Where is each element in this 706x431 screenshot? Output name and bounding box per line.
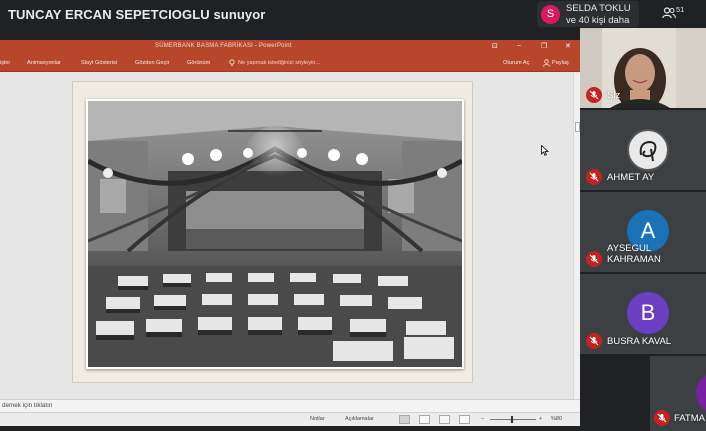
notes-pane[interactable]: demek için tıklatın: [0, 399, 580, 412]
notes-placeholder: demek için tıklatın: [2, 402, 53, 409]
normal-view-button[interactable]: [399, 415, 410, 424]
tab-animasyonlar[interactable]: Animasyonlar: [27, 60, 61, 66]
ppt-document-title: SÜMERBANK BASMA FABRİKASI - PowerPoint: [155, 43, 292, 49]
signin-link[interactable]: Oturum Aç: [503, 60, 529, 66]
tab-gorunum[interactable]: Görünüm: [187, 60, 210, 66]
tell-me-search[interactable]: Ne yapmak istediğinizi söyleyin...: [238, 60, 320, 66]
slide-scrollbar[interactable]: [573, 72, 580, 399]
muted-mic-indicator: [586, 87, 602, 103]
joined-name: SELDA TOKLU: [566, 3, 631, 14]
participant-name: FATMA: [674, 413, 705, 424]
participant-tiles: Siz AHMET AY A AYSEGUL KAHRAMAN B BUSRA …: [580, 28, 706, 431]
mic-off-icon: [589, 336, 599, 346]
share-person-icon: [543, 59, 550, 67]
people-button[interactable]: 51: [662, 5, 686, 23]
participant-logo-avatar: [627, 129, 669, 171]
ppt-status-bar: Notlar Açıklamalar – + %80: [0, 412, 580, 426]
participant-tile-aysegul[interactable]: A AYSEGUL KAHRAMAN: [580, 192, 706, 272]
ppt-ribbon-tabs: işler Animasyonlar Slayt Gösterisi Gözde…: [0, 55, 580, 72]
maximize-button[interactable]: ❐: [541, 42, 547, 50]
muted-mic-indicator: [586, 251, 602, 267]
close-button[interactable]: ✕: [565, 42, 571, 50]
participant-name: BUSRA KAVAL: [607, 336, 672, 347]
mouse-cursor-icon: [541, 145, 549, 156]
lightbulb-icon: [229, 59, 235, 66]
muted-mic-indicator: [654, 410, 670, 426]
participant-tile-ahmet[interactable]: AHMET AY: [580, 110, 706, 190]
tab-gozden-gecir[interactable]: Gözden Geçir: [135, 60, 170, 66]
mic-off-icon: [589, 172, 599, 182]
minimize-button[interactable]: –: [517, 42, 521, 49]
participant-name: Siz: [607, 90, 621, 101]
joined-avatar: S: [541, 5, 560, 24]
slide-sorter-view-button[interactable]: [419, 415, 430, 424]
ppt-title-bar: SÜMERBANK BASMA FABRİKASI - PowerPoint ⊡…: [0, 40, 580, 55]
share-button[interactable]: Paylaş: [552, 60, 569, 66]
people-count: 51: [676, 5, 685, 14]
participant-name: AHMET AY: [607, 172, 655, 183]
participant-tile-self[interactable]: Siz: [580, 28, 706, 108]
notes-toggle-button[interactable]: Notlar: [310, 416, 325, 422]
zoom-in-button[interactable]: +: [539, 416, 542, 422]
joined-more: ve 40 kişi daha: [566, 15, 630, 26]
participant-tile-fatma[interactable]: FATMA: [650, 356, 706, 431]
participant-tile-busra[interactable]: B BUSRA KAVAL: [580, 274, 706, 354]
zoom-slider[interactable]: [490, 416, 536, 423]
monogram-logo-icon: [639, 140, 657, 162]
zoom-slider-knob[interactable]: [511, 416, 513, 423]
slide-historic-photo: [86, 99, 464, 369]
tab-tasarim[interactable]: işler: [0, 60, 10, 66]
meeting-top-bar: TUNCAY ERCAN SEPETCIOGLU sunuyor S SELDA…: [0, 0, 706, 30]
people-icon: [662, 7, 676, 19]
mic-off-icon: [657, 413, 667, 423]
current-slide[interactable]: [72, 81, 473, 383]
participant-name: AYSEGUL KAHRAMAN: [607, 243, 661, 265]
comments-toggle-button[interactable]: Açıklamalar: [345, 416, 374, 422]
slideshow-view-button[interactable]: [459, 415, 470, 424]
ribbon-display-button[interactable]: ⊡: [492, 42, 498, 50]
muted-mic-indicator: [586, 333, 602, 349]
slide-editing-pane: [0, 72, 573, 399]
muted-mic-indicator: [586, 169, 602, 185]
presenter-label: TUNCAY ERCAN SEPETCIOGLU sunuyor: [8, 7, 266, 22]
participant-initial-avatar: B: [627, 292, 669, 334]
participant-initial-avatar: [696, 372, 706, 414]
mic-off-icon: [589, 254, 599, 264]
joined-participants-chip[interactable]: S SELDA TOKLU ve 40 kişi daha: [537, 1, 639, 27]
hall-photo-image: [88, 101, 462, 367]
zoom-level[interactable]: %80: [551, 416, 562, 422]
zoom-out-button[interactable]: –: [481, 416, 484, 422]
reading-view-button[interactable]: [439, 415, 450, 424]
tab-slayt-gosterisi[interactable]: Slayt Gösterisi: [81, 60, 117, 66]
shared-powerpoint-window: SÜMERBANK BASMA FABRİKASI - PowerPoint ⊡…: [0, 40, 580, 426]
mic-off-icon: [589, 90, 599, 100]
